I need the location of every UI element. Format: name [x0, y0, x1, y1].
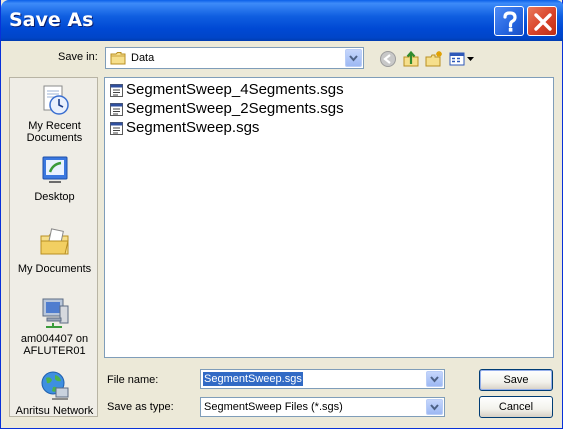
place-my-documents[interactable]: My Documents — [10, 226, 99, 275]
save-in-dropdown-arrow[interactable] — [345, 49, 362, 67]
file-name-value: SegmentSweep.sgs — [203, 372, 303, 386]
help-button[interactable] — [494, 6, 524, 36]
chevron-down-icon — [430, 376, 439, 383]
file-icon — [110, 103, 123, 116]
up-folder-icon[interactable] — [401, 49, 421, 69]
place-label: Documents — [26, 132, 83, 144]
computer-icon — [42, 298, 68, 328]
place-label: Anritsu Network — [15, 405, 94, 417]
new-folder-icon[interactable] — [424, 49, 444, 69]
folder-icon — [110, 52, 126, 65]
save-as-type-label: Save as type: — [107, 401, 174, 413]
save-as-dialog: Save As Save in: Data My Recent Document… — [0, 0, 563, 429]
title-bar[interactable]: Save As — [1, 0, 563, 41]
place-network-drive[interactable]: am004407 on AFLUTER01 — [10, 296, 99, 357]
window-title: Save As — [9, 9, 94, 31]
places-bar: My Recent Documents Desktop My Documents — [9, 77, 98, 417]
help-icon — [503, 11, 517, 32]
chevron-down-icon — [349, 55, 358, 62]
file-list[interactable]: SegmentSweep_4Segments.sgs SegmentSweep_… — [104, 77, 554, 358]
recent-documents-icon — [43, 85, 69, 115]
back-icon[interactable] — [378, 49, 398, 69]
chevron-down-icon — [430, 404, 439, 411]
file-name-input[interactable]: SegmentSweep.sgs — [200, 369, 445, 389]
file-name: SegmentSweep_4Segments.sgs — [126, 81, 344, 98]
save-as-type-value: SegmentSweep Files (*.sgs) — [204, 401, 343, 413]
file-icon — [110, 84, 123, 97]
my-documents-icon — [40, 228, 69, 255]
save-as-type-dropdown[interactable]: SegmentSweep Files (*.sgs) — [200, 397, 445, 417]
network-icon — [41, 371, 68, 400]
close-button[interactable] — [527, 6, 557, 36]
save-button[interactable]: Save — [479, 369, 553, 391]
file-icon — [110, 122, 123, 135]
file-name: SegmentSweep.sgs — [126, 119, 260, 136]
place-my-recent-documents[interactable]: My Recent Documents — [10, 83, 99, 144]
place-label: am004407 on — [20, 333, 89, 345]
view-menu-icon[interactable] — [448, 49, 476, 69]
file-name-label: File name: — [107, 374, 159, 386]
file-name-dropdown-arrow[interactable] — [426, 371, 443, 387]
place-label: Desktop — [34, 191, 75, 203]
place-network[interactable]: Anritsu Network — [10, 368, 99, 417]
close-icon — [534, 13, 552, 31]
save-in-dropdown[interactable]: Data — [105, 47, 364, 69]
cancel-button[interactable]: Cancel — [479, 396, 553, 418]
desktop-icon — [42, 156, 67, 183]
save-as-type-dropdown-arrow[interactable] — [426, 399, 443, 415]
save-in-value: Data — [131, 52, 155, 64]
save-in-label: Save in: — [58, 51, 98, 63]
place-label: My Documents — [17, 263, 92, 275]
file-name: SegmentSweep_2Segments.sgs — [126, 100, 344, 117]
place-label: My Recent — [28, 120, 81, 132]
place-desktop[interactable]: Desktop — [10, 154, 99, 203]
place-label: AFLUTER01 — [23, 345, 86, 357]
